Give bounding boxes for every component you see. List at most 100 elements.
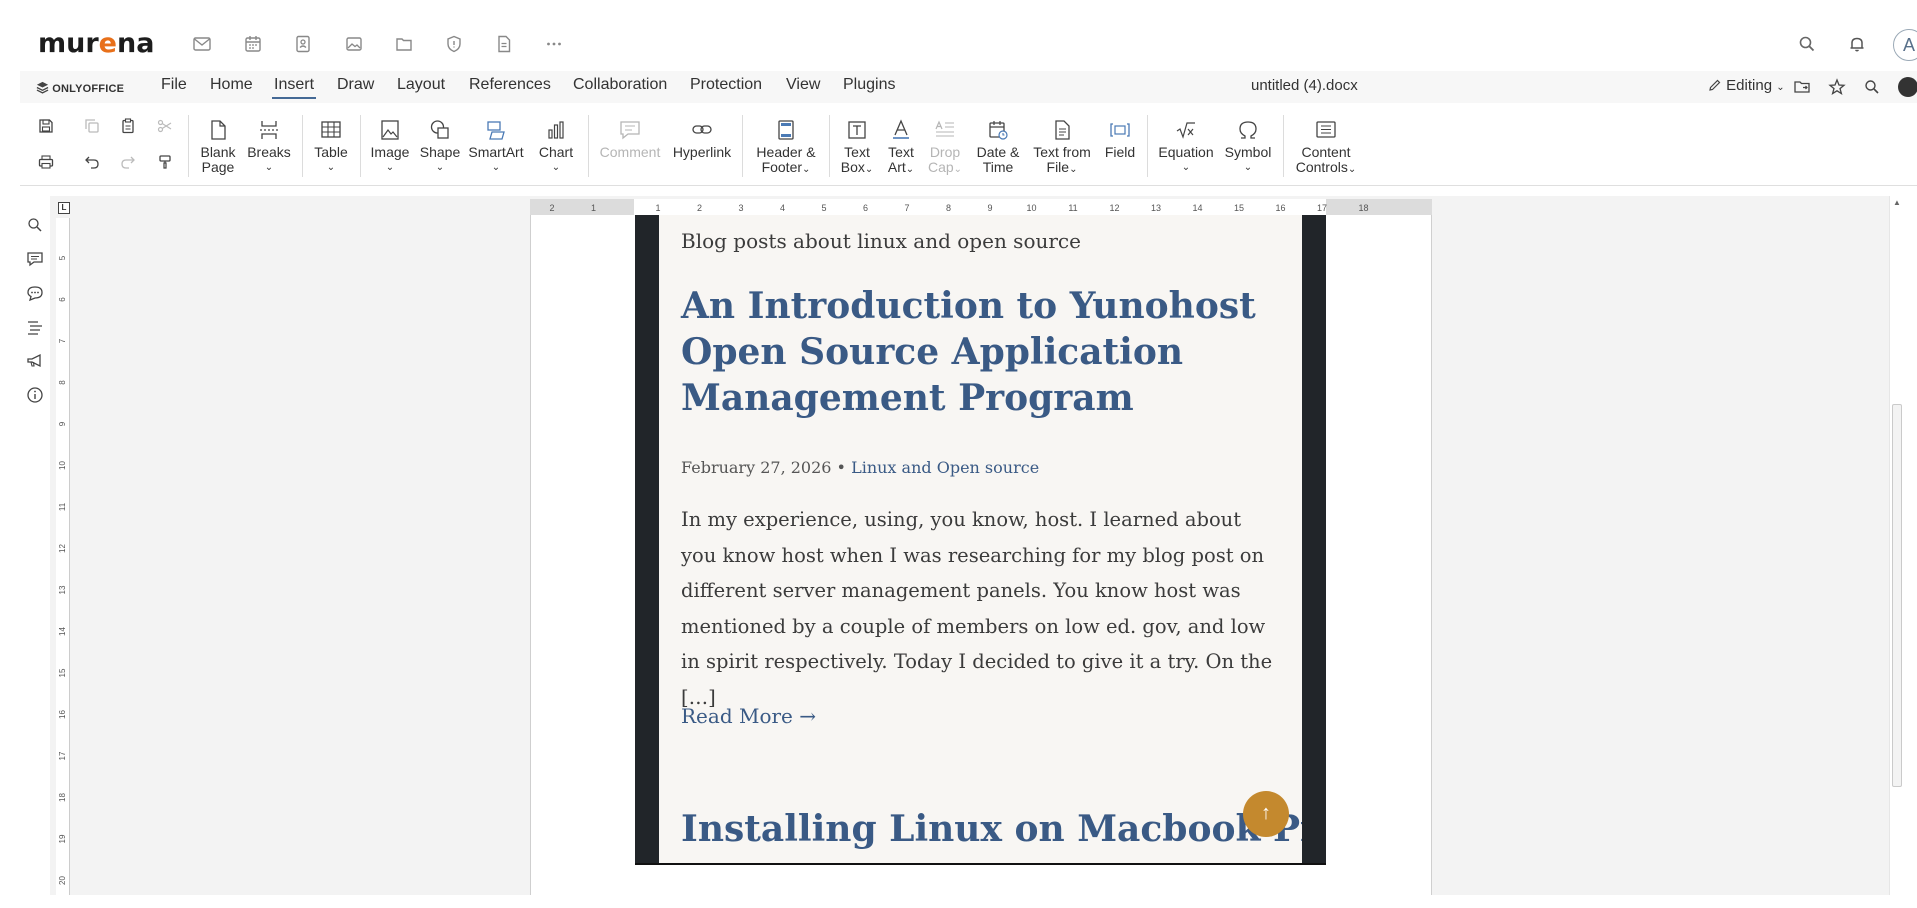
- avatar[interactable]: A: [1893, 29, 1917, 61]
- notes-icon[interactable]: [494, 34, 514, 54]
- files-icon[interactable]: [394, 34, 414, 54]
- text-art-icon: [893, 119, 909, 139]
- mail-icon[interactable]: [192, 34, 212, 54]
- drop-cap-icon: [935, 120, 954, 137]
- editing-mode-dropdown[interactable]: Editing ⌄: [1708, 77, 1785, 94]
- cut-icon[interactable]: [156, 117, 174, 135]
- menu-plugins[interactable]: Plugins: [841, 76, 897, 97]
- navigation-icon[interactable]: [26, 318, 44, 336]
- date-time-button[interactable]: Date & Time: [972, 119, 1024, 175]
- menu-layout[interactable]: Layout: [395, 76, 447, 97]
- breaks-button[interactable]: Breaks ⌄: [244, 119, 294, 175]
- calendar-icon[interactable]: [243, 34, 263, 54]
- menu-view[interactable]: View: [784, 76, 822, 97]
- ruler-tick-label: 11: [58, 502, 67, 511]
- search-icon[interactable]: [1797, 34, 1817, 54]
- text-box-button[interactable]: Text Box⌄: [837, 119, 877, 177]
- feedback-megaphone-icon[interactable]: [26, 352, 44, 370]
- murena-logo[interactable]: murena: [38, 28, 154, 59]
- contacts-icon[interactable]: [293, 34, 313, 54]
- insert-toolbar: Blank Page Breaks ⌄ Table ⌄ Image ⌄ Shap…: [20, 103, 1917, 186]
- comment-button[interactable]: Comment: [597, 119, 663, 160]
- chart-button[interactable]: Chart ⌄: [536, 119, 576, 175]
- editing-mode-label: Editing: [1726, 77, 1773, 94]
- scrollbar-thumb[interactable]: [1892, 404, 1902, 787]
- menu-draw[interactable]: Draw: [335, 76, 376, 97]
- vertical-ruler[interactable]: 56789101112131415161718192021: [56, 218, 70, 895]
- photos-icon[interactable]: [344, 34, 364, 54]
- menu-home[interactable]: Home: [208, 76, 255, 97]
- image-button[interactable]: Image ⌄: [368, 119, 412, 175]
- save-icon[interactable]: [37, 117, 55, 135]
- table-button[interactable]: Table ⌄: [311, 119, 351, 175]
- open-file-location-icon[interactable]: [1793, 78, 1811, 96]
- ruler-tick-label: 15: [58, 668, 67, 677]
- undo-icon[interactable]: [83, 153, 101, 171]
- chat-icon[interactable]: [26, 284, 44, 302]
- user-avatar-icon[interactable]: [1898, 77, 1917, 97]
- table-icon: [321, 121, 341, 138]
- image-icon: [381, 120, 399, 140]
- content-controls-button[interactable]: Content Controls⌄: [1290, 119, 1362, 177]
- header-footer-label-2: Footer: [761, 159, 803, 175]
- ruler-tick-label: 9: [58, 421, 67, 426]
- text-from-file-button[interactable]: Text from File⌄: [1029, 119, 1095, 177]
- paste-icon[interactable]: [119, 117, 137, 135]
- header-footer-button[interactable]: Header & Footer⌄: [750, 119, 822, 177]
- field-button[interactable]: Field: [1100, 119, 1140, 160]
- drop-cap-button[interactable]: Drop Cap⌄: [926, 119, 964, 177]
- menu-collaboration[interactable]: Collaboration: [571, 76, 669, 97]
- copy-style-icon[interactable]: [156, 153, 174, 171]
- bell-icon[interactable]: [1847, 34, 1867, 54]
- vertical-scrollbar[interactable]: ▲: [1889, 196, 1903, 895]
- scroll-up-arrow-icon[interactable]: ▲: [1893, 198, 1901, 207]
- equation-button[interactable]: Equation ⌄: [1155, 119, 1217, 175]
- tab-stop-selector[interactable]: L: [58, 202, 70, 214]
- smartart-button[interactable]: SmartArt ⌄: [466, 119, 526, 175]
- more-icon[interactable]: [544, 34, 564, 54]
- embedded-blog-image[interactable]: Blog posts about linux and open source A…: [635, 215, 1326, 865]
- ruler-tick-label: 7: [58, 338, 67, 343]
- ruler-tick-label: 17: [1317, 203, 1327, 213]
- print-icon[interactable]: [37, 153, 55, 171]
- date-time-label-1: Date &: [976, 144, 1020, 160]
- date-time-label-2: Time: [982, 159, 1014, 175]
- ruler-tick-label: 4: [780, 203, 785, 213]
- redo-icon[interactable]: [119, 153, 137, 171]
- drop-cap-label-1: Drop: [929, 144, 961, 160]
- favorite-star-icon[interactable]: [1828, 78, 1846, 96]
- vault-icon[interactable]: [444, 34, 464, 54]
- back-to-top-button: ↑: [1243, 791, 1289, 837]
- chevron-down-icon: ⌄: [953, 164, 963, 175]
- info-icon[interactable]: [26, 386, 44, 404]
- ruler-tick-label: 11: [1068, 203, 1077, 213]
- ruler-tick-label: 12: [58, 544, 67, 553]
- menu-references[interactable]: References: [467, 76, 553, 97]
- text-art-label-2: Art: [887, 159, 906, 175]
- ruler-tick-label: 14: [58, 627, 67, 636]
- pencil-icon: [1709, 79, 1721, 91]
- menu-protection[interactable]: Protection: [688, 76, 764, 97]
- menu-insert[interactable]: Insert: [272, 76, 317, 99]
- blank-page-button[interactable]: Blank Page: [196, 119, 240, 175]
- header-footer-label-1: Header &: [756, 144, 816, 160]
- omega-icon: [1239, 121, 1257, 139]
- copy-icon[interactable]: [83, 117, 101, 135]
- text-art-button[interactable]: Text Art⌄: [882, 119, 920, 177]
- comments-icon[interactable]: [26, 250, 44, 268]
- ruler-tick-label: 15: [1234, 203, 1244, 213]
- text-box-label-1: Text: [844, 144, 870, 160]
- shape-button[interactable]: Shape ⌄: [418, 119, 462, 175]
- find-icon[interactable]: [26, 216, 44, 234]
- read-more-link: Read More →: [681, 704, 817, 728]
- ruler-tick-label: 18: [58, 793, 67, 802]
- hyperlink-button[interactable]: Hyperlink: [670, 119, 734, 160]
- field-label: Field: [1104, 144, 1136, 160]
- comment-icon: [620, 121, 640, 140]
- symbol-button[interactable]: Symbol ⌄: [1220, 119, 1276, 175]
- ruler-tick-label: 14: [1192, 203, 1202, 213]
- editor-search-icon[interactable]: [1863, 78, 1881, 96]
- horizontal-ruler[interactable]: 2 1 1 2 3 4 5 6 7 8 9 10 11 12 13 14 15 16 17 18: [530, 199, 1432, 215]
- menu-file[interactable]: File: [159, 76, 189, 97]
- date-time-icon: [989, 121, 1008, 140]
